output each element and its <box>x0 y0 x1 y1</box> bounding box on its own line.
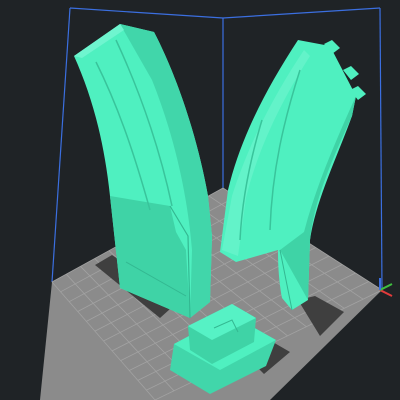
scene <box>0 0 400 400</box>
3d-viewport[interactable] <box>0 0 400 400</box>
